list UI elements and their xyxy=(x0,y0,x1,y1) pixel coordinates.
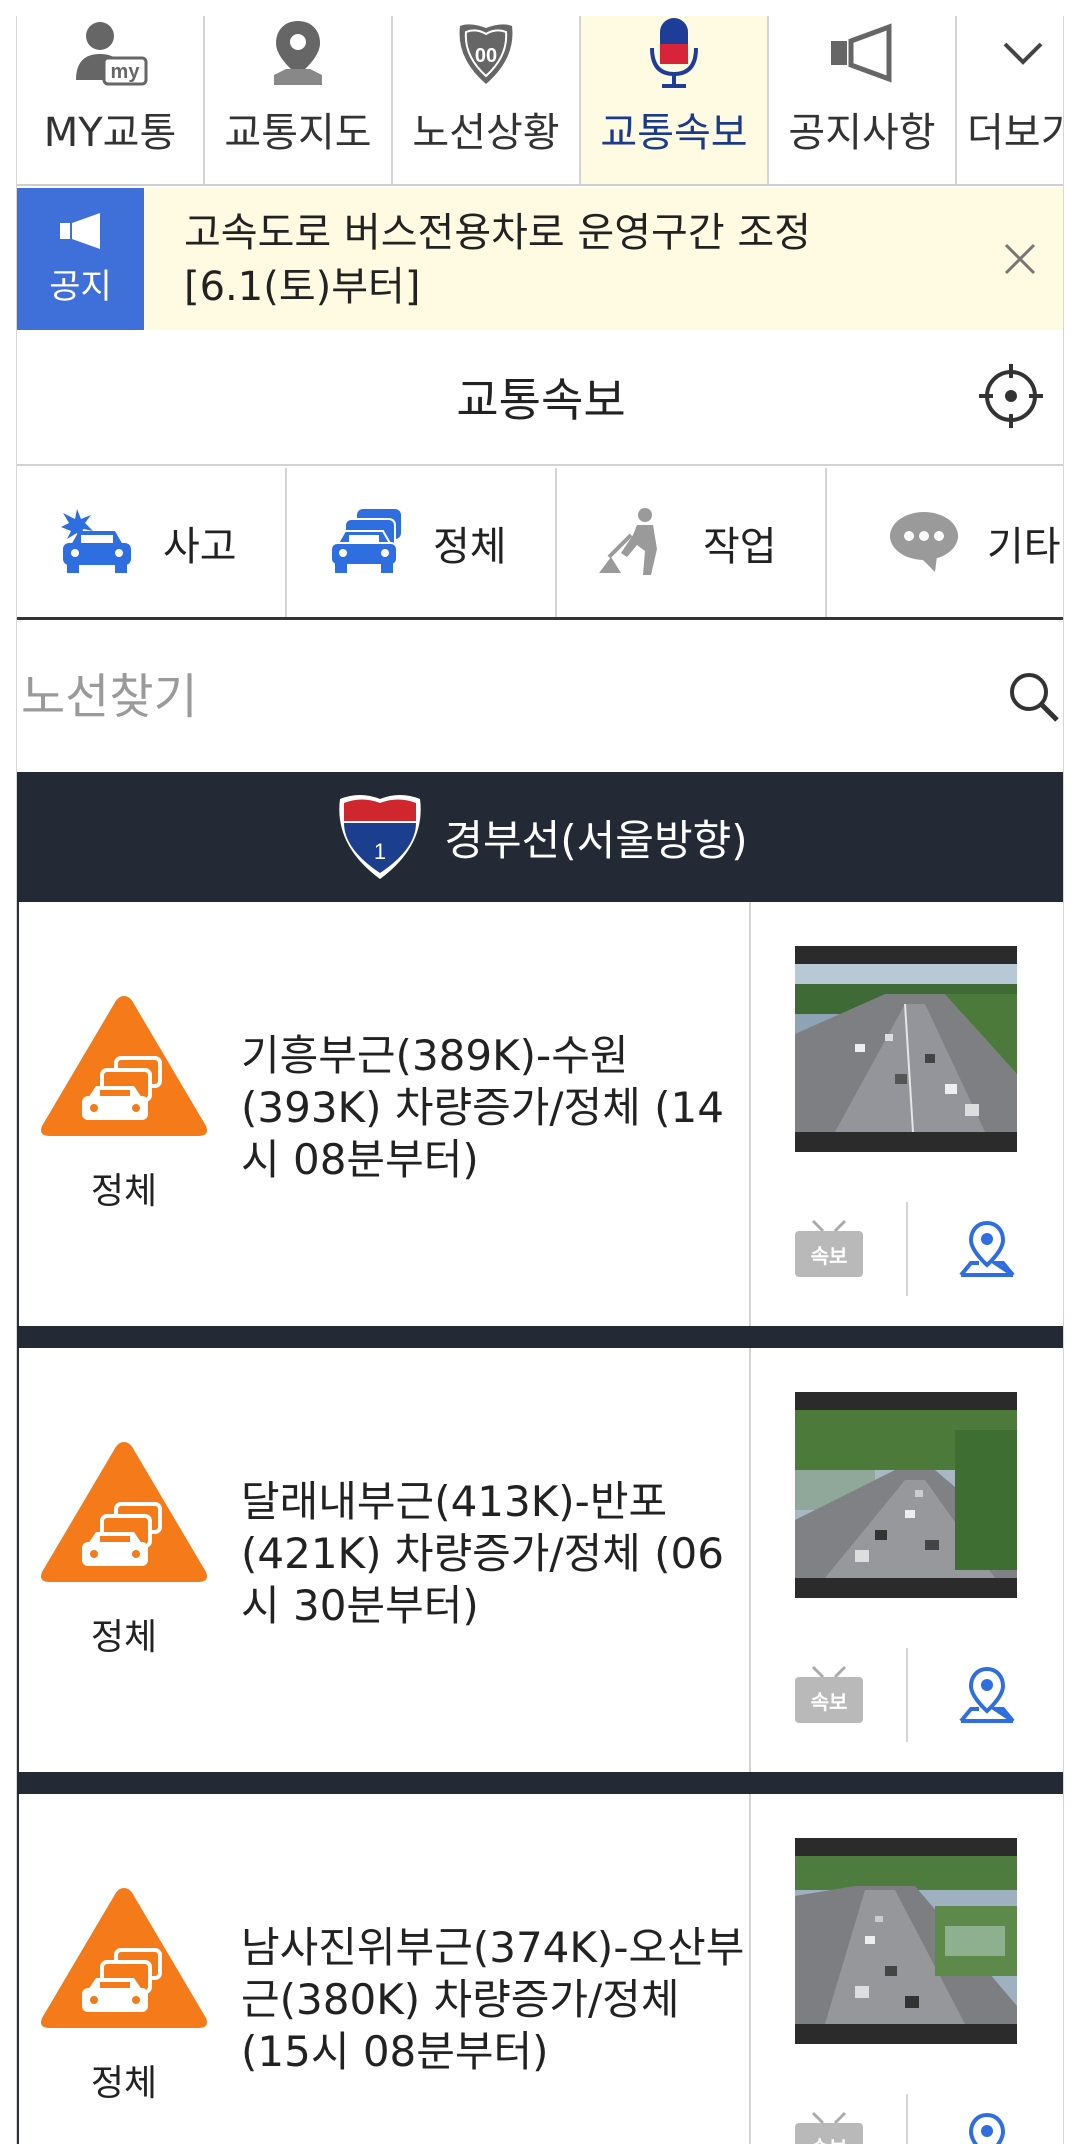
item-media: 속보 xyxy=(749,902,1063,1326)
search-icon[interactable] xyxy=(1007,670,1061,728)
item-description[interactable]: 남사진위부근(374K)-오산부근(380K) 차량증가/정체 (15시 08분… xyxy=(229,1794,749,2144)
tab-traffic-news[interactable]: 교통속보 xyxy=(581,16,769,184)
news-label: 속보 xyxy=(810,1690,847,1714)
microphone-icon xyxy=(644,16,704,90)
tab-label: 교통속보 xyxy=(600,110,748,156)
my-traffic-icon: my xyxy=(70,16,150,90)
category-label: 기타 xyxy=(987,523,1061,570)
item-type-label: 정체 xyxy=(90,2063,158,2104)
item-actions: 속보 xyxy=(751,1648,1063,1742)
map-location-button[interactable] xyxy=(908,2094,1063,2144)
list-item[interactable]: 정체 남사진위부근(374K)-오산부근(380K) 차량증가/정체 (15시 … xyxy=(17,1794,1063,2144)
tab-label: 교통지도 xyxy=(224,110,372,156)
map-location-button[interactable] xyxy=(908,1202,1063,1296)
item-actions: 속보 xyxy=(751,1202,1063,1296)
item-type-label: 정체 xyxy=(90,1617,158,1658)
tab-traffic-map[interactable]: 교통지도 xyxy=(205,16,393,184)
list-item[interactable]: 정체 기흥부근(389K)-수원(393K) 차량증가/정체 (14시 08분부… xyxy=(17,902,1063,1326)
item-media: 속보 xyxy=(749,1348,1063,1772)
route-search xyxy=(17,622,1063,772)
item-type-block: 정체 xyxy=(19,1348,229,1772)
megaphone-icon xyxy=(827,16,897,90)
cctv-thumbnail[interactable] xyxy=(795,946,1017,1152)
search-input[interactable] xyxy=(17,669,957,725)
chevron-down-icon xyxy=(1001,16,1045,90)
category-label: 정체 xyxy=(433,523,507,570)
category-tabs: 사고 정체 작업 기타 xyxy=(17,468,1063,620)
notice-banner[interactable]: 공지 고속도로 버스전용차로 운영구간 조정 [6.1(토)부터] xyxy=(17,188,1063,330)
category-label: 사고 xyxy=(163,523,237,570)
svg-text:my: my xyxy=(111,61,141,83)
news-button[interactable]: 속보 xyxy=(751,2094,908,2144)
item-type-block: 정체 xyxy=(19,1794,229,2144)
top-nav: my MY교통 교통지도 00 노선상황 교통속보 공지사항 더보 xyxy=(17,16,1063,186)
category-accident[interactable]: 사고 xyxy=(17,468,287,617)
news-button[interactable]: 속보 xyxy=(751,1202,908,1296)
tab-label: 노선상황 xyxy=(412,110,560,156)
tab-label: 공지사항 xyxy=(788,110,936,156)
item-description[interactable]: 기흥부근(389K)-수원(393K) 차량증가/정체 (14시 08분부터) xyxy=(229,902,749,1326)
map-pin-icon xyxy=(958,1666,1015,1723)
congestion-cars-icon xyxy=(327,505,407,581)
route-title: 경부선(서울방향) xyxy=(444,815,748,865)
tv-news-icon: 속보 xyxy=(794,1219,863,1277)
notice-badge-label: 공지 xyxy=(49,266,112,307)
list-item[interactable]: 정체 달래내부근(413K)-반포(421K) 차량증가/정체 (06시 30분… xyxy=(17,1348,1063,1772)
category-congestion[interactable]: 정체 xyxy=(287,468,557,617)
item-description[interactable]: 달래내부근(413K)-반포(421K) 차량증가/정체 (06시 30분부터) xyxy=(229,1348,749,1772)
svg-text:00: 00 xyxy=(475,45,497,67)
item-actions: 속보 xyxy=(751,2094,1063,2144)
news-label: 속보 xyxy=(810,1244,847,1268)
warning-congestion-icon xyxy=(38,992,210,1144)
page-title: 교통속보 xyxy=(456,373,626,427)
title-bar: 교통속보 xyxy=(17,330,1063,466)
tab-my-traffic[interactable]: my MY교통 xyxy=(17,16,205,184)
map-pin-icon xyxy=(958,1220,1015,1277)
cctv-thumbnail[interactable] xyxy=(795,1392,1017,1598)
road-work-icon xyxy=(597,505,677,581)
tab-notices[interactable]: 공지사항 xyxy=(769,16,957,184)
notice-badge: 공지 xyxy=(17,188,144,330)
route-header: 1 경부선(서울방향) xyxy=(17,772,1063,902)
tv-news-icon: 속보 xyxy=(794,1665,863,1723)
accident-car-icon xyxy=(57,505,137,581)
interstate-shield-icon: 1 xyxy=(334,789,426,885)
notice-text[interactable]: 고속도로 버스전용차로 운영구간 조정 [6.1(토)부터] xyxy=(144,188,975,330)
warning-congestion-icon xyxy=(38,1438,210,1590)
highway-shield-icon: 00 xyxy=(454,16,518,90)
news-button[interactable]: 속보 xyxy=(751,1648,908,1742)
tab-label: MY교통 xyxy=(43,110,177,156)
map-pin-icon xyxy=(968,2112,1005,2144)
category-label: 작업 xyxy=(703,523,777,570)
map-pin-icon xyxy=(266,16,330,90)
item-separator xyxy=(17,1326,1063,1348)
tab-more[interactable]: 더보기 xyxy=(957,16,1063,184)
locate-icon[interactable] xyxy=(977,362,1045,434)
close-icon[interactable] xyxy=(975,188,1063,330)
category-other[interactable]: 기타 xyxy=(827,468,1063,617)
tab-label: 더보기 xyxy=(967,110,1063,156)
tv-news-icon: 속보 xyxy=(794,2111,863,2144)
category-roadwork[interactable]: 작업 xyxy=(557,468,827,617)
item-type-block: 정체 xyxy=(19,902,229,1326)
shield-number: 1 xyxy=(374,839,386,864)
item-media: 속보 xyxy=(749,1794,1063,2144)
map-location-button[interactable] xyxy=(908,1648,1063,1742)
cctv-thumbnail[interactable] xyxy=(795,1838,1017,2044)
megaphone-icon xyxy=(59,212,100,249)
news-label: 속보 xyxy=(810,2136,847,2144)
speech-bubble-icon xyxy=(887,508,961,578)
tab-route-status[interactable]: 00 노선상황 xyxy=(393,16,581,184)
item-type-label: 정체 xyxy=(90,1171,158,1212)
item-separator xyxy=(17,1772,1063,1794)
app-frame: my MY교통 교통지도 00 노선상황 교통속보 공지사항 더보 공지 고속도… xyxy=(16,16,1064,2144)
warning-congestion-icon xyxy=(38,1884,210,2036)
